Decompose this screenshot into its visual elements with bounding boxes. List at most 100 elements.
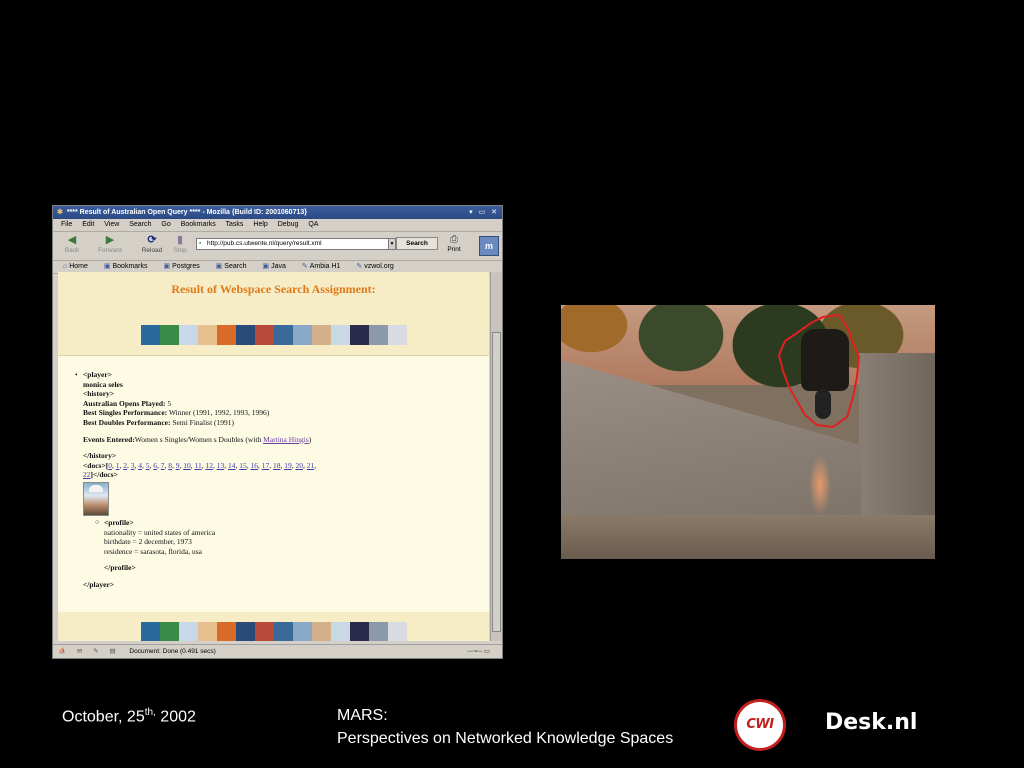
strip-photo [179,325,198,345]
menu-help[interactable]: Help [253,221,267,228]
singles-value: Winner (1991, 1992, 1993, 1996) [168,408,270,418]
menu-bookmarks[interactable]: Bookmarks [181,221,216,228]
stop-button[interactable]: ▮ Stop [167,234,193,254]
bookmark-java[interactable]: ▣ Java [262,263,292,270]
forward-label: Forward [98,247,122,254]
date-year: 2002 [155,708,196,726]
strip-photo [217,622,236,641]
history-close-tag: </history> [83,451,117,461]
partner-link[interactable]: Martina Hingis [263,435,309,444]
vertical-scrollbar[interactable] [490,272,502,641]
doc-link[interactable]: 13 [217,461,225,470]
docs-open-tag: <docs>[ [83,460,109,470]
doc-link[interactable]: 14 [228,461,236,470]
strip-photo [331,622,350,641]
navigator-icon[interactable]: ⛵ [58,648,66,655]
residence-text: residence = sarasota, florida, usa [104,546,202,556]
strip-photo [160,325,179,345]
home-icon: ⌂ [63,263,68,270]
doc-link[interactable]: 4 [138,461,142,470]
doc-link[interactable]: 11 [194,461,201,470]
doc-link[interactable]: 19 [284,461,292,470]
reload-button[interactable]: ⟳ Reload [139,234,165,254]
url-dropdown-button[interactable]: ▼ [388,238,396,250]
reload-label: Reload [141,247,163,254]
birthdate-text: birthdate = 2 december, 1973 [104,537,192,547]
doc-link[interactable]: 0 [108,461,112,470]
forward-button[interactable]: ▶ Forward [97,234,123,254]
search-button[interactable]: Search [396,237,438,250]
printer-icon: ⎙ [450,234,458,245]
doc-link[interactable]: 18 [273,461,281,470]
composer-icon[interactable]: ✎ [93,648,98,655]
search-label: Search [406,240,428,247]
print-label: Print [447,246,461,253]
menu-file[interactable]: File [61,221,72,228]
doc-link[interactable]: 21 [307,461,315,470]
bookmark-vzwol[interactable]: ✎ vzwol.org [356,263,400,270]
back-arrow-icon: ◀ [67,234,77,246]
menu-debug[interactable]: Debug [278,221,299,228]
strip-photo [293,325,312,345]
bookmark-home[interactable]: ⌂ Home [63,263,95,270]
doc-link[interactable]: 3 [131,461,135,470]
menu-search[interactable]: Search [129,221,151,228]
bookmark-label: Bookmarks [112,263,148,270]
window-title: **** Result of Australian Open Query ***… [66,209,307,216]
page-heading: Result of Webspace Search Assignment: [171,282,376,296]
back-button[interactable]: ◀ Back [59,234,85,254]
bookmark-search[interactable]: ▣ Search [216,263,254,270]
menu-go[interactable]: Go [161,221,170,228]
strip-photo [369,325,388,345]
doc-link[interactable]: 22 [83,470,91,479]
window-controls[interactable]: ▾ ▭ ✕ [469,206,499,219]
player-name: monica seles [83,379,123,389]
menu-view[interactable]: View [104,221,119,228]
status-bar: ⛵ ✉ ✎ ▤ Document: Done (0.491 secs) ─⊸─ … [53,644,502,659]
doc-link[interactable]: 2 [123,461,127,470]
profile-open-tag: <profile> [104,517,134,527]
doc-link[interactable]: 7 [161,461,165,470]
strip-photo [236,622,255,641]
doc-link[interactable]: 17 [262,461,270,470]
bookmark-postgres[interactable]: ▣ Postgres [163,263,206,270]
cwi-logo-text: CWI [746,717,774,732]
reload-icon: ⟳ [147,234,157,246]
print-button[interactable]: ⎙ Print [444,234,464,253]
strip-photo [388,325,407,345]
url-field[interactable]: ▪ http://pub.cs.utwente.nl/query/result.… [196,238,389,250]
events-label: Events Entered: [83,434,135,444]
stop-icon: ▮ [176,234,184,246]
doc-link[interactable]: 15 [239,461,247,470]
bookmark-label: Ambia H1 [309,263,341,270]
doc-link[interactable]: 5 [146,461,150,470]
strip-photo [198,325,217,345]
status-text: Document: Done (0.491 secs) [129,648,216,655]
page-content: Result of Webspace Search Assignment: • … [58,272,489,641]
title-bar: ✱ **** Result of Australian Open Query *… [53,206,502,219]
doc-link[interactable]: 12 [205,461,213,470]
mail-icon[interactable]: ✉ [77,648,82,655]
header-banner: Result of Webspace Search Assignment: [58,272,489,356]
bookmark-bookmarks[interactable]: ▣ Bookmarks [104,263,155,270]
doc-link[interactable]: 20 [295,461,303,470]
bookmark-ambia[interactable]: ✎ Ambia H1 [302,263,348,270]
doc-link[interactable]: 6 [153,461,157,470]
nationality-text: nationality = united states of america [104,527,216,537]
menu-tasks[interactable]: Tasks [226,221,244,228]
back-label: Back [64,247,80,254]
scrollbar-thumb[interactable] [492,332,501,632]
strip-photo [255,622,274,641]
strip-photo [198,622,217,641]
doc-link[interactable]: 9 [176,461,180,470]
doc-link[interactable]: 1 [116,461,120,470]
doc-link[interactable]: 16 [250,461,258,470]
addressbook-icon[interactable]: ▤ [109,648,115,655]
menu-qa[interactable]: QA [308,221,318,228]
doc-link[interactable]: 10 [183,461,191,470]
menu-edit[interactable]: Edit [82,221,94,228]
doc-link[interactable]: 8 [168,461,172,470]
footer-banner [58,612,489,641]
forward-arrow-icon: ▶ [105,234,115,246]
bookmark-label: Java [271,263,286,270]
